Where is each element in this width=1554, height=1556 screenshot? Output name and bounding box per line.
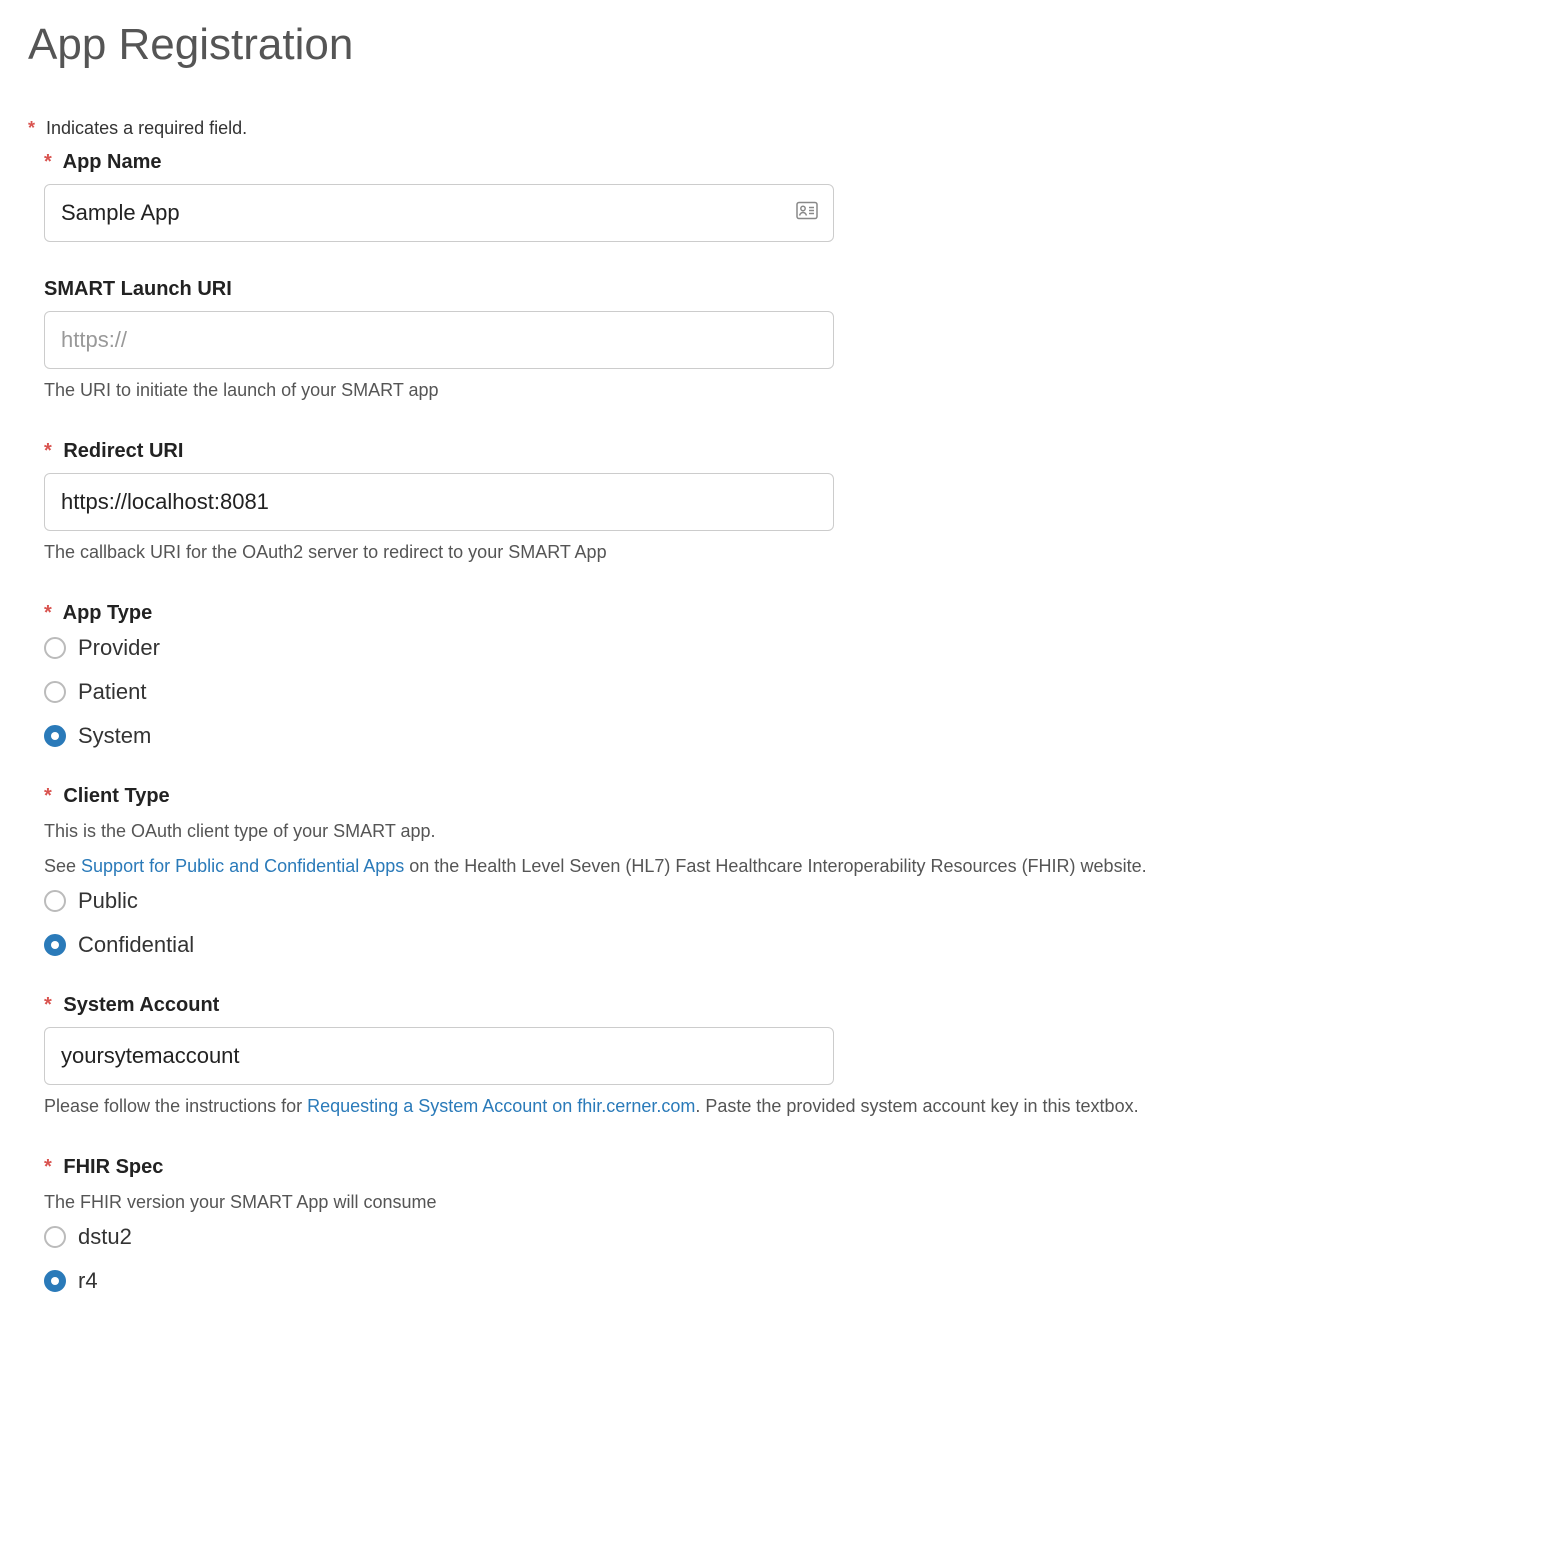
asterisk-icon: * — [44, 602, 52, 624]
app-type-label-text: App Type — [63, 602, 153, 624]
client-type-confidential-radio[interactable]: Confidential — [44, 932, 1526, 958]
system-account-help: Please follow the instructions for Reque… — [44, 1093, 1526, 1120]
fhir-spec-dstu2-radio[interactable]: dstu2 — [44, 1224, 1526, 1250]
app-type-group: * App Type Provider Patient System — [28, 602, 1526, 749]
app-type-provider-radio[interactable]: Provider — [44, 635, 1526, 661]
redirect-uri-label: * Redirect URI — [28, 440, 1526, 463]
radio-unchecked-icon — [44, 637, 66, 659]
system-account-input[interactable] — [44, 1027, 834, 1085]
client-type-desc-2: See Support for Public and Confidential … — [44, 853, 1526, 880]
system-account-group: * System Account Please follow the instr… — [28, 994, 1526, 1120]
radio-unchecked-icon — [44, 890, 66, 912]
radio-checked-icon — [44, 934, 66, 956]
fhir-spec-label-text: FHIR Spec — [63, 1156, 163, 1178]
radio-checked-icon — [44, 1270, 66, 1292]
system-account-label: * System Account — [28, 994, 1526, 1017]
app-type-patient-label: Patient — [78, 679, 147, 705]
radio-checked-icon — [44, 725, 66, 747]
smart-launch-uri-label-text: SMART Launch URI — [44, 278, 232, 300]
app-name-label: * App Name — [28, 151, 1526, 174]
app-type-system-label: System — [78, 723, 151, 749]
smart-launch-uri-help: The URI to initiate the launch of your S… — [44, 377, 1526, 404]
redirect-uri-help: The callback URI for the OAuth2 server t… — [44, 539, 1526, 566]
client-type-desc-1: This is the OAuth client type of your SM… — [44, 818, 1526, 845]
asterisk-icon: * — [44, 1156, 52, 1178]
fhir-spec-label: * FHIR Spec — [28, 1156, 1526, 1179]
app-name-label-text: App Name — [63, 151, 162, 173]
system-account-help-link[interactable]: Requesting a System Account on fhir.cern… — [307, 1096, 695, 1116]
fhir-spec-dstu2-label: dstu2 — [78, 1224, 132, 1250]
app-type-provider-label: Provider — [78, 635, 160, 661]
system-account-label-text: System Account — [63, 994, 219, 1016]
asterisk-icon: * — [44, 785, 52, 807]
redirect-uri-label-text: Redirect URI — [63, 440, 183, 462]
app-type-patient-radio[interactable]: Patient — [44, 679, 1526, 705]
client-type-desc-suffix: on the Health Level Seven (HL7) Fast Hea… — [404, 856, 1146, 876]
fhir-spec-r4-radio[interactable]: r4 — [44, 1268, 1526, 1294]
radio-unchecked-icon — [44, 681, 66, 703]
fhir-spec-group: * FHIR Spec The FHIR version your SMART … — [28, 1156, 1526, 1294]
fhir-spec-help: The FHIR version your SMART App will con… — [44, 1189, 1526, 1216]
asterisk-icon: * — [44, 440, 52, 462]
smart-launch-uri-group: SMART Launch URI The URI to initiate the… — [28, 278, 1526, 404]
client-type-label: * Client Type — [28, 785, 1526, 808]
fhir-spec-r4-label: r4 — [78, 1268, 98, 1294]
app-name-group: * App Name — [28, 151, 1526, 242]
required-note-text: Indicates a required field. — [46, 118, 247, 138]
client-type-desc-see: See — [44, 856, 81, 876]
id-card-icon — [796, 202, 818, 225]
asterisk-icon: * — [28, 118, 35, 138]
smart-launch-uri-label: SMART Launch URI — [28, 278, 1526, 301]
client-type-group: * Client Type This is the OAuth client t… — [28, 785, 1526, 958]
client-type-confidential-label: Confidential — [78, 932, 194, 958]
asterisk-icon: * — [44, 151, 52, 173]
app-name-input[interactable] — [44, 184, 834, 242]
smart-launch-uri-input[interactable] — [44, 311, 834, 369]
redirect-uri-group: * Redirect URI The callback URI for the … — [28, 440, 1526, 566]
client-type-public-label: Public — [78, 888, 138, 914]
redirect-uri-input[interactable] — [44, 473, 834, 531]
client-type-support-link[interactable]: Support for Public and Confidential Apps — [81, 856, 404, 876]
page-title: App Registration — [28, 20, 1526, 70]
app-type-label: * App Type — [28, 602, 1526, 625]
radio-unchecked-icon — [44, 1226, 66, 1248]
client-type-public-radio[interactable]: Public — [44, 888, 1526, 914]
required-field-note: * Indicates a required field. — [28, 118, 1526, 139]
asterisk-icon: * — [44, 994, 52, 1016]
client-type-label-text: Client Type — [63, 785, 169, 807]
app-type-system-radio[interactable]: System — [44, 723, 1526, 749]
system-account-help-prefix: Please follow the instructions for — [44, 1096, 307, 1116]
system-account-help-suffix: . Paste the provided system account key … — [695, 1096, 1138, 1116]
